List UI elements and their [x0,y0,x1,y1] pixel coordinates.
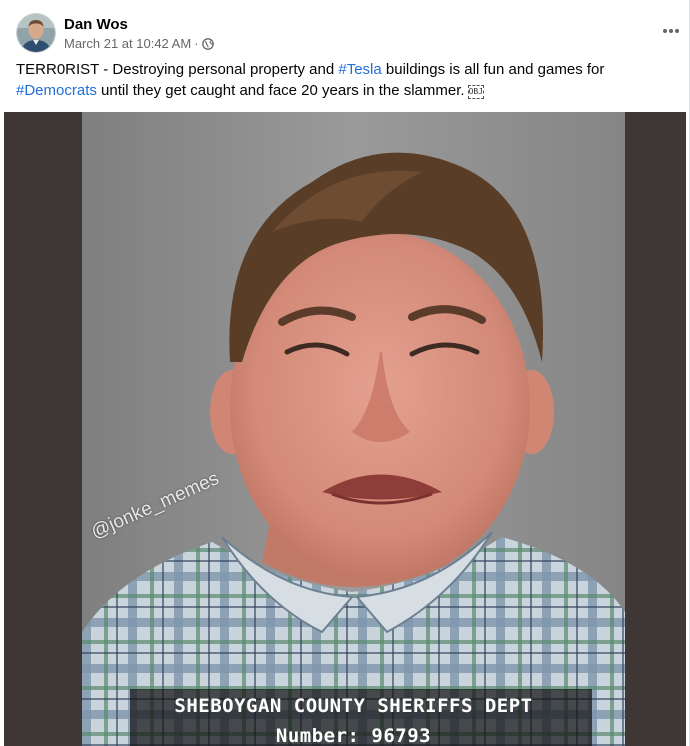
object-replacement-glyph: OBJ [467,85,484,99]
facebook-post: Dan Wos March 21 at 10:42 AM · TERR0RIST… [0,0,690,746]
post-message: TERR0RIST - Destroying personal property… [16,59,682,101]
meta-separator: · [194,35,199,51]
post-media[interactable]: @jonke_memes SHEBOYGAN COUNTY SHERIFFS D… [4,112,686,746]
post-text-part: buildings is all fun and games for [381,61,605,78]
globe-icon[interactable] [201,37,214,50]
post-text-part: until they get caught and face 20 years … [96,82,465,99]
post-meta: Dan Wos March 21 at 10:42 AM · [64,15,214,52]
hashtag-tesla-link[interactable]: #Tesla [338,61,381,78]
author-name[interactable]: Dan Wos [64,15,214,34]
caption-sheriff-dept: SHEBOYGAN COUNTY SHERIFFS DEPT [174,695,533,717]
post-subline: March 21 at 10:42 AM · [64,35,214,52]
more-options-icon [663,29,679,33]
mugshot-photo[interactable]: @jonke_memes SHEBOYGAN COUNTY SHERIFFS D… [82,112,625,746]
mugshot-illustration [82,112,625,746]
more-options-button[interactable] [658,18,684,44]
avatar[interactable] [16,13,56,53]
hashtag-democrats-link[interactable]: #Democrats [16,82,97,99]
post-header: Dan Wos March 21 at 10:42 AM · [16,12,214,54]
post-text-part: TERR0RIST - Destroying personal property… [16,61,339,78]
post-timestamp[interactable]: March 21 at 10:42 AM [64,35,191,52]
caption-number: Number: 96793 [275,725,432,746]
